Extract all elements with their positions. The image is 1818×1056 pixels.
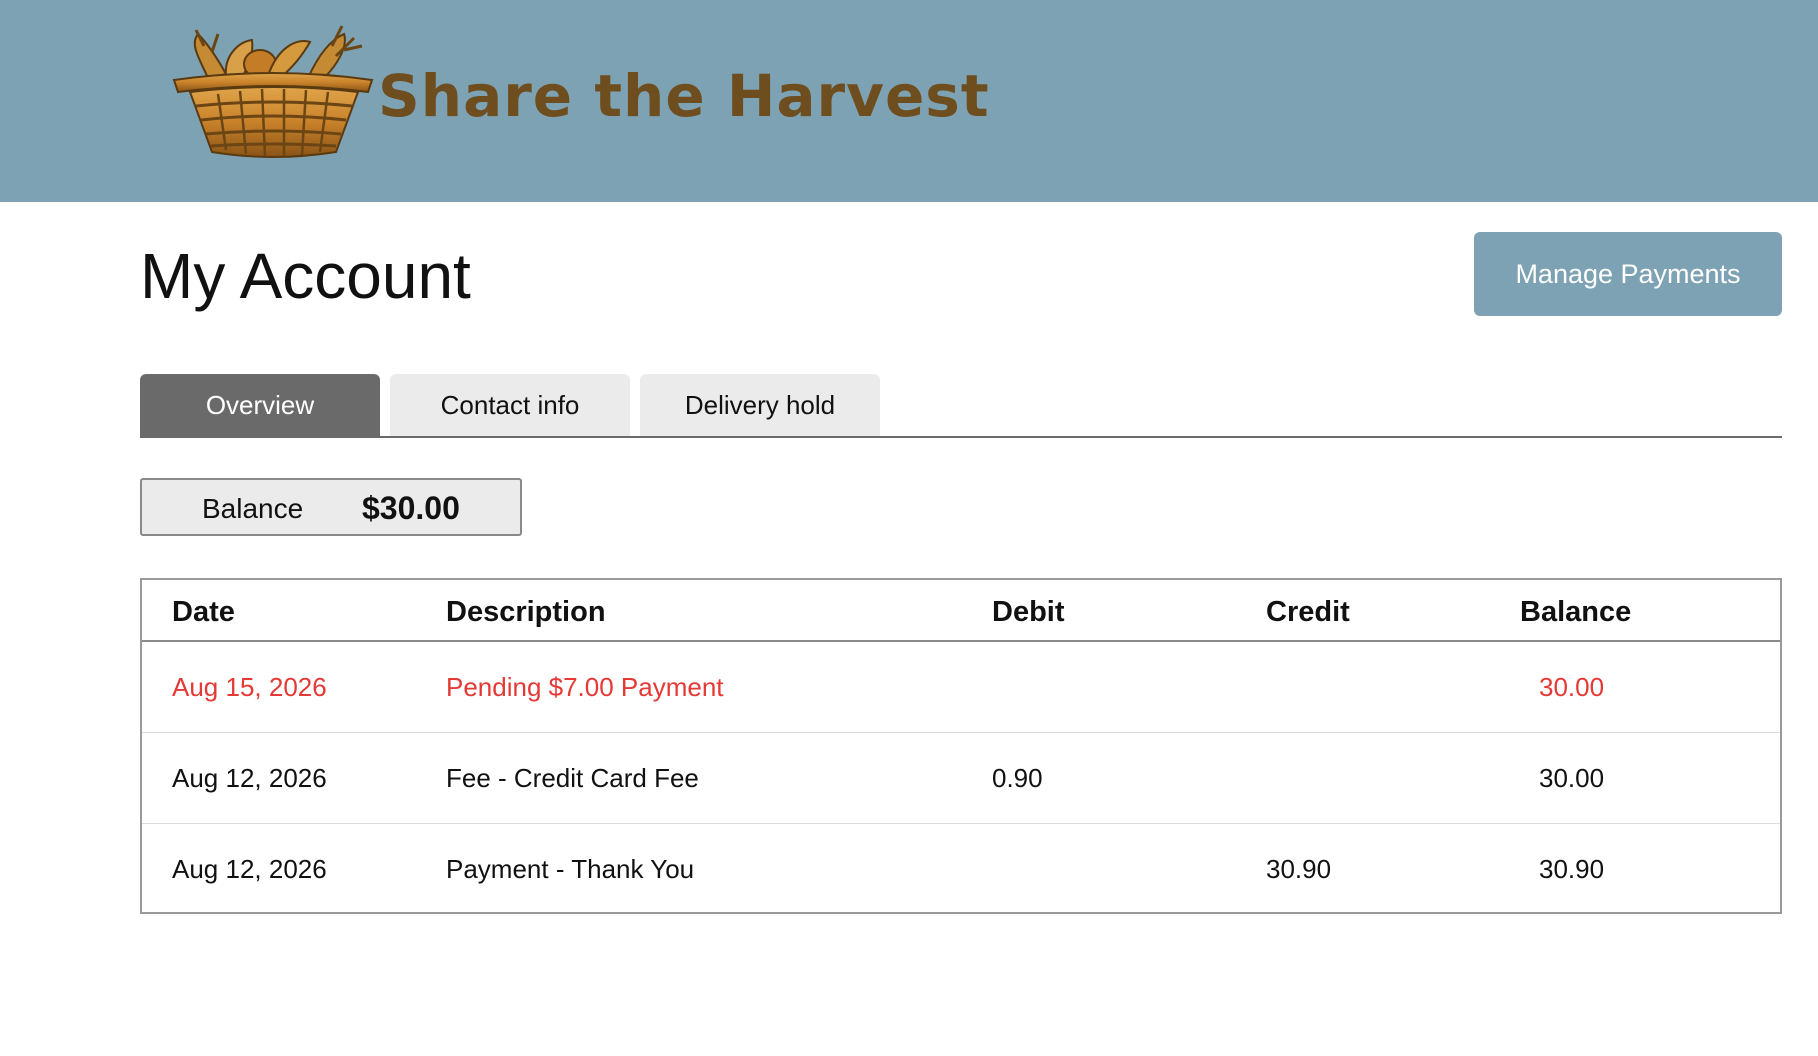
row-debit: 0.90 xyxy=(992,763,1043,793)
balance-value: $30.00 xyxy=(362,490,460,526)
table-row: Aug 12, 2026 Fee - Credit Card Fee 0.90 … xyxy=(142,733,1780,824)
table-row: Aug 12, 2026 Payment - Thank You 30.90 3… xyxy=(142,824,1780,914)
manage-payments-button[interactable]: Manage Payments xyxy=(1474,232,1782,316)
row-description: Payment - Thank You xyxy=(446,854,695,884)
tab-delivery-hold[interactable]: Delivery hold xyxy=(640,374,880,436)
row-balance: 30.00 xyxy=(1539,763,1605,793)
basket-icon xyxy=(172,25,374,158)
row-description: Pending $7.00 Payment xyxy=(446,672,724,702)
column-header-date: Date xyxy=(172,596,235,628)
column-header-description: Description xyxy=(446,596,606,628)
tab-contact-info[interactable]: Contact info xyxy=(390,374,630,436)
column-header-debit: Debit xyxy=(992,596,1065,628)
row-balance: 30.90 xyxy=(1539,854,1605,884)
page-title: My Account xyxy=(140,240,471,312)
row-description: Fee - Credit Card Fee xyxy=(446,763,699,793)
balance-label: Balance xyxy=(202,493,304,524)
row-date: Aug 12, 2026 xyxy=(172,854,327,884)
column-header-balance: Balance xyxy=(1520,596,1632,628)
row-date: Aug 15, 2026 xyxy=(172,672,327,702)
row-credit: 30.90 xyxy=(1266,854,1332,884)
transaction-table: Date Description Debit Credit Balance Au… xyxy=(140,578,1782,914)
column-header-credit: Credit xyxy=(1266,596,1350,628)
balance-summary: Balance $30.00 xyxy=(140,478,522,536)
tab-overview[interactable]: Overview xyxy=(140,374,380,436)
site-header: Share the Harvest xyxy=(0,0,1818,202)
row-date: Aug 12, 2026 xyxy=(172,763,327,793)
site-name: Share the Harvest xyxy=(378,62,990,130)
account-tabs: Overview Contact info Delivery hold xyxy=(140,374,1782,438)
row-balance: 30.00 xyxy=(1539,672,1605,702)
table-header: Date Description Debit Credit Balance xyxy=(142,580,1780,642)
table-row: Aug 15, 2026 Pending $7.00 Payment 30.00 xyxy=(142,642,1780,733)
site-logo[interactable]: Share the Harvest xyxy=(168,16,990,164)
